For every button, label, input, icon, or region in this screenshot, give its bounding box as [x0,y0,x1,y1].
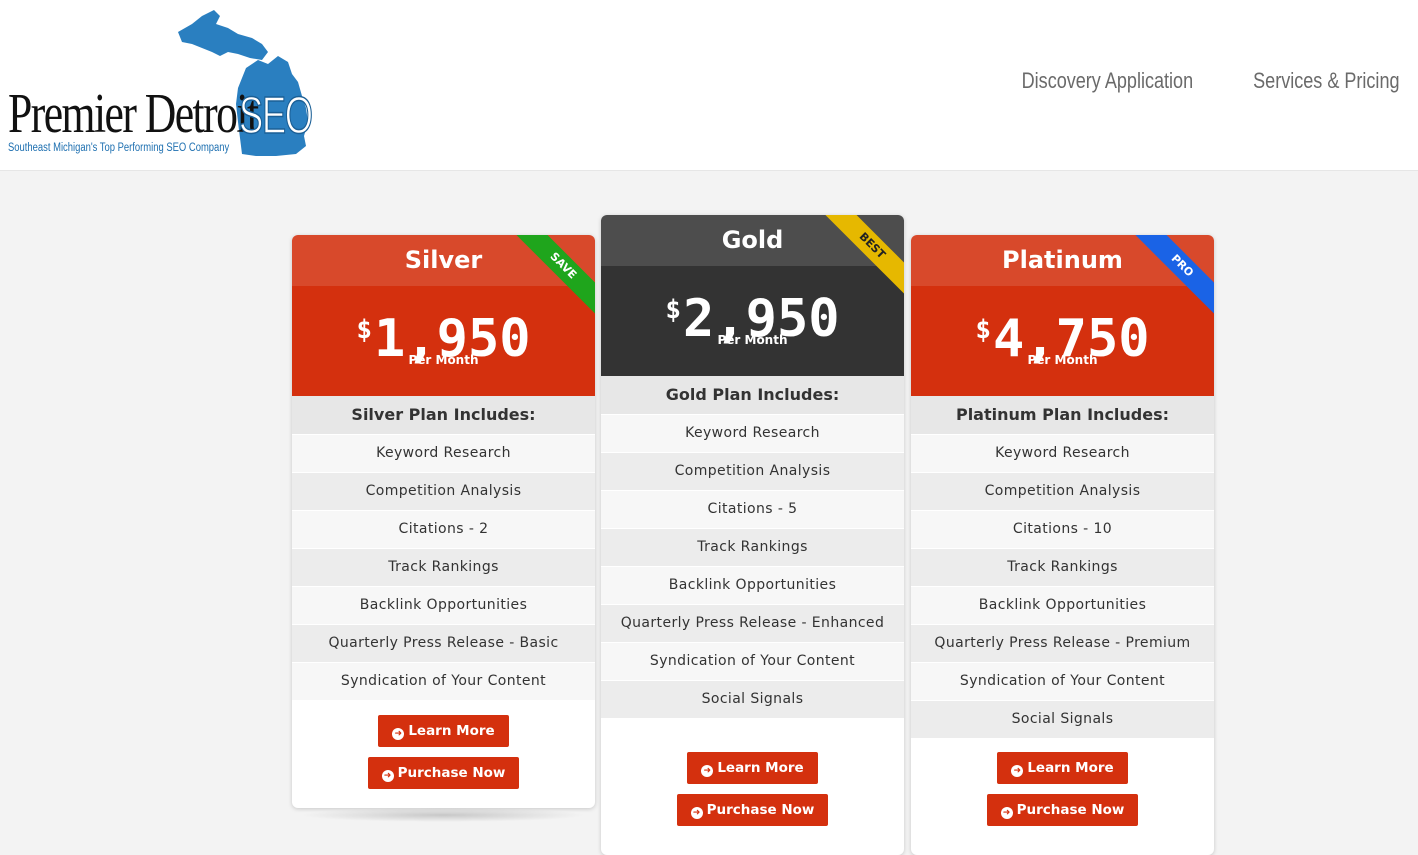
feature-item: Syndication of Your Content [601,642,904,680]
arrow-circle-right-icon: ➜ [701,765,714,777]
feature-item: Track Rankings [601,528,904,566]
ribbon-corner: PRO [1134,235,1214,315]
feature-list: Keyword Research Competition Analysis Ci… [601,414,904,718]
currency-symbol: $ [665,295,682,325]
feature-item: Citations - 5 [601,490,904,528]
feature-item: Competition Analysis [292,472,595,510]
feature-item: Backlink Opportunities [601,566,904,604]
nav-services-pricing[interactable]: Services & Pricing [1254,68,1400,94]
feature-item: Quarterly Press Release - Premium [911,624,1214,662]
purchase-now-button[interactable]: ➜ Purchase Now [676,794,829,826]
site-logo[interactable]: Premier Detroit SEO Southeast Michigan's… [6,4,316,164]
feature-item: Citations - 2 [292,510,595,548]
feature-item: Quarterly Press Release - Enhanced [601,604,904,642]
plan-includes-heading: Silver Plan Includes: [292,396,595,434]
logo-wordmark: Premier Detroit [8,83,259,145]
pricing-card-gold: Gold $2,950 Per Month Gold Plan Includes… [601,215,904,855]
feature-item: Keyword Research [911,434,1214,472]
arrow-circle-right-icon: ➜ [1011,765,1024,777]
price-period: Per Month [408,353,479,367]
feature-item: Competition Analysis [911,472,1214,510]
logo-seo-text: SEO [238,87,313,145]
plan-includes-heading: Gold Plan Includes: [601,376,904,414]
purchase-now-label: Purchase Now [397,765,506,781]
feature-item: Backlink Opportunities [911,586,1214,624]
ribbon-best: BEST [824,215,904,295]
card-actions: ➜ Learn More ➜ Purchase Now [292,715,595,789]
arrow-circle-right-icon: ➜ [1000,807,1013,819]
learn-more-button[interactable]: ➜ Learn More [378,715,509,747]
feature-item: Citations - 10 [911,510,1214,548]
ribbon-save: SAVE [515,235,595,315]
feature-item: Backlink Opportunities [292,586,595,624]
learn-more-label: Learn More [1027,760,1114,776]
feature-list: Keyword Research Competition Analysis Ci… [911,434,1214,738]
feature-item: Syndication of Your Content [911,662,1214,700]
feature-item: Track Rankings [292,548,595,586]
feature-item: Social Signals [601,680,904,718]
feature-item: Keyword Research [292,434,595,472]
purchase-now-button[interactable]: ➜ Purchase Now [986,794,1139,826]
currency-symbol: $ [356,315,373,345]
ribbon-corner: BEST [824,215,904,295]
learn-more-label: Learn More [408,723,495,739]
currency-symbol: $ [975,315,992,345]
pricing-card-platinum: Platinum $4,750 Per Month Platinum Plan … [911,235,1214,855]
plan-includes-heading: Platinum Plan Includes: [911,396,1214,434]
arrow-circle-right-icon: ➜ [392,728,405,740]
feature-item: Competition Analysis [601,452,904,490]
arrow-circle-right-icon: ➜ [690,807,703,819]
site-header: Premier Detroit SEO Southeast Michigan's… [0,0,1418,171]
price-period: Per Month [1027,353,1098,367]
nav-discovery-application[interactable]: Discovery Application [1022,68,1193,94]
main-nav: Discovery Application Services & Pricing [984,68,1400,94]
pricing-card-silver: Silver $1,950 Per Month Silver Plan Incl… [292,235,595,808]
price-period: Per Month [717,333,788,347]
purchase-now-button[interactable]: ➜ Purchase Now [367,757,520,789]
arrow-circle-right-icon: ➜ [381,770,394,782]
learn-more-label: Learn More [717,760,804,776]
learn-more-button[interactable]: ➜ Learn More [997,752,1128,784]
purchase-now-label: Purchase Now [706,802,815,818]
ribbon-corner: SAVE [515,235,595,315]
purchase-now-label: Purchase Now [1016,802,1125,818]
feature-list: Keyword Research Competition Analysis Ci… [292,434,595,700]
card-actions: ➜ Learn More ➜ Purchase Now [601,752,904,826]
feature-item: Syndication of Your Content [292,662,595,700]
logo-tagline: Southeast Michigan's Top Performing SEO … [8,142,230,154]
card-actions: ➜ Learn More ➜ Purchase Now [911,752,1214,826]
ribbon-pro: PRO [1134,235,1214,315]
feature-item: Social Signals [911,700,1214,738]
feature-item: Keyword Research [601,414,904,452]
card-shadow [300,808,586,822]
learn-more-button[interactable]: ➜ Learn More [687,752,818,784]
feature-item: Track Rankings [911,548,1214,586]
feature-item: Quarterly Press Release - Basic [292,624,595,662]
